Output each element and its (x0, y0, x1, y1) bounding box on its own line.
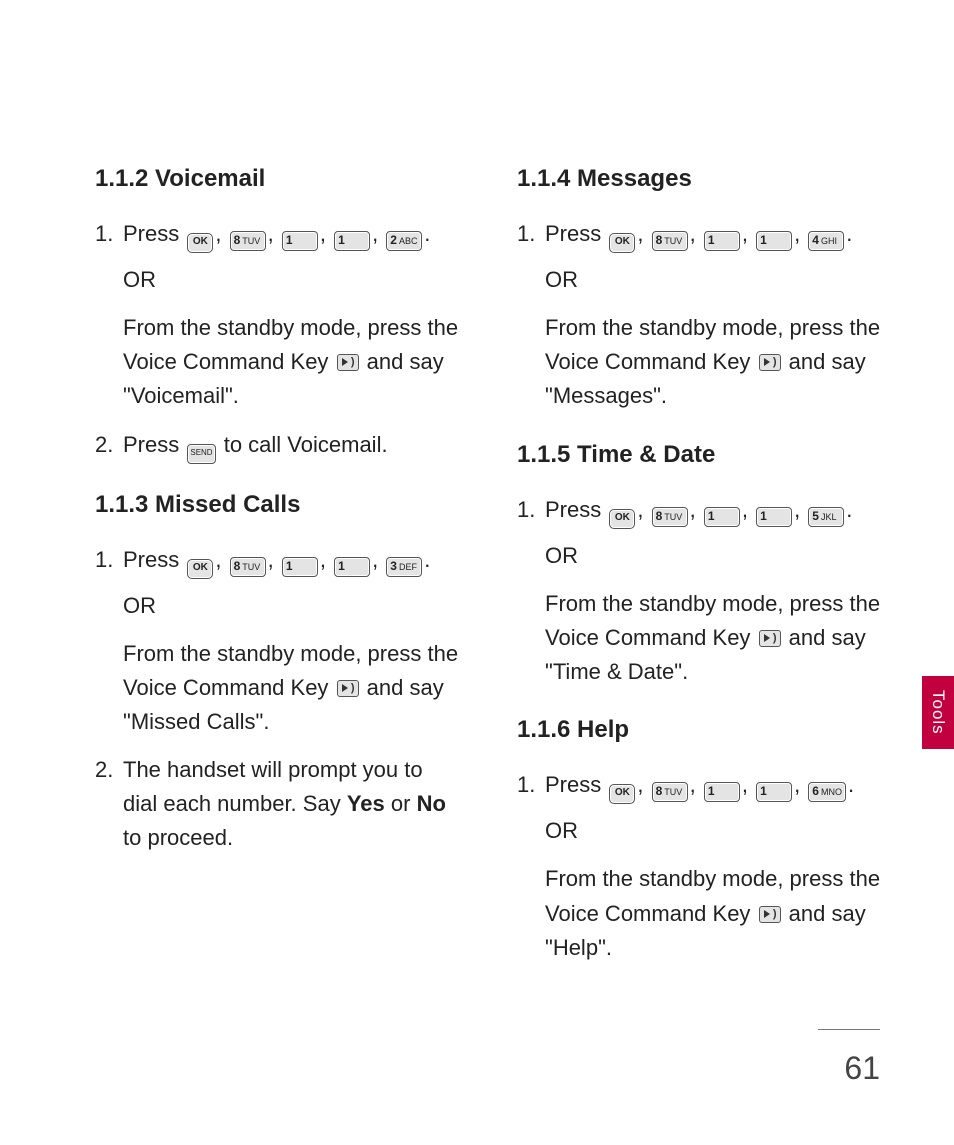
step-number: 1. (517, 217, 535, 251)
help-step-1: 1. Press OK, 8TUV, 1, 1, 6MNO. OR From t… (517, 768, 884, 964)
section-title-voicemail: 1.1.2 Voicemail (95, 160, 462, 197)
voice-command-instruction: From the standby mode, press the Voice C… (545, 311, 884, 413)
voicemail-step-2: 2. Press SEND to call Voicemail. (95, 428, 462, 464)
page-number: 61 (844, 1050, 880, 1087)
side-tab-strip: Tools (922, 676, 954, 749)
section-title-messages: 1.1.4 Messages (517, 160, 884, 197)
section-title-missed-calls: 1.1.3 Missed Calls (95, 486, 462, 523)
key-6-icon: 6MNO (808, 782, 846, 802)
voicemail-step-1: 1. Press OK, 8TUV, 1, 1, 2ABC. OR From t… (95, 217, 462, 413)
press-text: Press (123, 221, 185, 246)
yes-bold: Yes (347, 791, 385, 816)
key-sequence: OK, 8TUV, 1, 1, 5JKL. (607, 497, 852, 522)
voice-command-key-icon (759, 354, 781, 371)
key-8-icon: 8TUV (230, 231, 266, 251)
voice-command-key-icon (759, 630, 781, 647)
key-1-icon: 1 (704, 231, 740, 251)
or-text: OR (545, 539, 884, 573)
step-number: 1. (95, 543, 113, 577)
voice-command-key-icon (759, 906, 781, 923)
key-sequence: OK, 8TUV, 1, 1, 6MNO. (607, 772, 854, 797)
ok-key-icon: OK (187, 559, 213, 579)
missed-step-2: 2. The handset will prompt you to dial e… (95, 753, 462, 855)
messages-steps: 1. Press OK, 8TUV, 1, 1, 4GHI. OR From t… (517, 217, 884, 413)
key-8-icon: 8TUV (652, 231, 688, 251)
key-sequence: OK, 8TUV, 1, 1, 2ABC. (185, 221, 430, 246)
voice-command-key-icon (337, 354, 359, 371)
send-key-icon: SEND (187, 444, 215, 464)
key-1-icon: 1 (756, 231, 792, 251)
key-1-icon: 1 (756, 782, 792, 802)
voice-command-instruction: From the standby mode, press the Voice C… (545, 862, 884, 964)
step-number: 1. (95, 217, 113, 251)
key-8-icon: 8TUV (652, 782, 688, 802)
key-sequence: OK, 8TUV, 1, 1, 4GHI. (607, 221, 852, 246)
key-1-icon: 1 (704, 507, 740, 527)
content-columns: 1.1.2 Voicemail 1. Press OK, 8TUV, 1, 1,… (95, 160, 884, 983)
step-number: 1. (517, 493, 535, 527)
manual-page: 1.1.2 Voicemail 1. Press OK, 8TUV, 1, 1,… (0, 0, 954, 1145)
key-1-icon: 1 (334, 231, 370, 251)
or-text: OR (545, 814, 884, 848)
timedate-steps: 1. Press OK, 8TUV, 1, 1, 5JKL. OR From t… (517, 493, 884, 689)
key-8-icon: 8TUV (230, 557, 266, 577)
step-number: 2. (95, 428, 113, 462)
key-1-icon: 1 (704, 782, 740, 802)
right-column: 1.1.4 Messages 1. Press OK, 8TUV, 1, 1, … (517, 160, 884, 983)
section-title-time-date: 1.1.5 Time & Date (517, 436, 884, 473)
ok-key-icon: OK (609, 784, 635, 804)
key-2-icon: 2ABC (386, 231, 422, 251)
key-sequence: OK, 8TUV, 1, 1, 3DEF. (185, 547, 430, 572)
or-text: OR (545, 263, 884, 297)
or-text: OR (123, 589, 462, 623)
messages-step-1: 1. Press OK, 8TUV, 1, 1, 4GHI. OR From t… (517, 217, 884, 413)
timedate-step-1: 1. Press OK, 8TUV, 1, 1, 5JKL. OR From t… (517, 493, 884, 689)
key-1-icon: 1 (334, 557, 370, 577)
key-4-icon: 4GHI (808, 231, 844, 251)
ok-key-icon: OK (609, 509, 635, 529)
key-8-icon: 8TUV (652, 507, 688, 527)
missed-calls-steps: 1. Press OK, 8TUV, 1, 1, 3DEF. OR From t… (95, 543, 462, 856)
step-number: 2. (95, 753, 113, 787)
voice-command-instruction: From the standby mode, press the Voice C… (545, 587, 884, 689)
voice-command-key-icon (337, 680, 359, 697)
voicemail-steps: 1. Press OK, 8TUV, 1, 1, 2ABC. OR From t… (95, 217, 462, 463)
ok-key-icon: OK (187, 233, 213, 253)
key-3-icon: 3DEF (386, 557, 422, 577)
voice-command-instruction: From the standby mode, press the Voice C… (123, 637, 462, 739)
key-1-icon: 1 (756, 507, 792, 527)
section-title-help: 1.1.6 Help (517, 711, 884, 748)
help-steps: 1. Press OK, 8TUV, 1, 1, 6MNO. OR From t… (517, 768, 884, 964)
step-number: 1. (517, 768, 535, 802)
voice-command-instruction: From the standby mode, press the Voice C… (123, 311, 462, 413)
footer-rule (818, 1029, 880, 1030)
ok-key-icon: OK (609, 233, 635, 253)
missed-step-1: 1. Press OK, 8TUV, 1, 1, 3DEF. OR From t… (95, 543, 462, 739)
or-text: OR (123, 263, 462, 297)
left-column: 1.1.2 Voicemail 1. Press OK, 8TUV, 1, 1,… (95, 160, 462, 983)
key-5-icon: 5JKL (808, 507, 844, 527)
side-tab-tools: Tools (922, 676, 954, 749)
key-1-icon: 1 (282, 231, 318, 251)
no-bold: No (417, 791, 446, 816)
key-1-icon: 1 (282, 557, 318, 577)
